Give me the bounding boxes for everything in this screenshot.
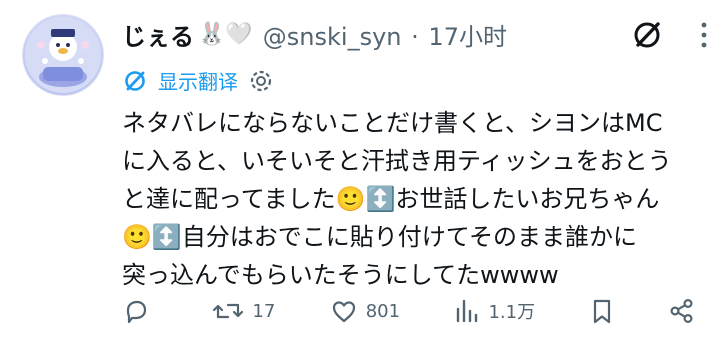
- retweet-button[interactable]: 17: [212, 297, 275, 325]
- handle[interactable]: @snski_syn: [263, 23, 402, 51]
- more-icon[interactable]: [698, 20, 710, 50]
- grok-icon[interactable]: [630, 18, 664, 52]
- views-count: 1.1万: [488, 302, 536, 323]
- translate-row: 显示翻译: [122, 66, 274, 95]
- like-button[interactable]: 801: [330, 297, 400, 325]
- views-button[interactable]: 1.1万: [454, 297, 535, 325]
- display-name[interactable]: じぇる: [122, 17, 194, 52]
- bookmark-button[interactable]: [590, 297, 614, 325]
- tweet-text-line: 🙂↕️自分はおでこに貼り付けてそのまま誰かに: [122, 223, 638, 251]
- share-icon: [668, 297, 696, 325]
- tweet-text: ネタバレにならないことだけ書くと、シヨンはMC に入ると、いそいそと汗拭き用ティ…: [122, 104, 702, 294]
- settings-icon[interactable]: [248, 68, 274, 94]
- retweet-count: 17: [252, 300, 276, 322]
- like-count: 801: [365, 300, 401, 322]
- translate-icon: [122, 68, 148, 94]
- tweet-text-line: と達に配ってました🙂↕️お世話したいお兄ちゃん: [122, 185, 660, 213]
- top-actions: [630, 18, 710, 52]
- name-emojis: 🐰🤍: [198, 21, 253, 47]
- views-icon: [454, 297, 480, 325]
- action-bar: 17 801 1.1万: [122, 294, 696, 328]
- reply-button[interactable]: [122, 297, 158, 325]
- reply-icon: [122, 297, 150, 325]
- show-translation-link[interactable]: 显示翻译: [158, 66, 238, 95]
- share-button[interactable]: [668, 297, 696, 325]
- tweet-meta: @snski_syn · 17小时: [263, 17, 509, 52]
- bookmark-icon: [590, 297, 614, 325]
- avatar[interactable]: [22, 14, 104, 96]
- tweet-text-line: ネタバレにならないことだけ書くと、シヨンはMC: [122, 109, 663, 137]
- retweet-icon: [212, 297, 244, 325]
- timestamp[interactable]: 17小时: [428, 23, 507, 51]
- tweet-header: じぇる 🐰🤍 @snski_syn · 17小时: [122, 16, 509, 52]
- tweet-text-line: 突っ込んでもらいたそうにしてたwwww: [122, 261, 559, 289]
- like-icon: [330, 297, 358, 325]
- avatar-image: [25, 17, 101, 93]
- meta-separator: ·: [411, 22, 419, 51]
- tweet-text-line: に入ると、いそいそと汗拭き用ティッシュをおとう: [122, 147, 672, 175]
